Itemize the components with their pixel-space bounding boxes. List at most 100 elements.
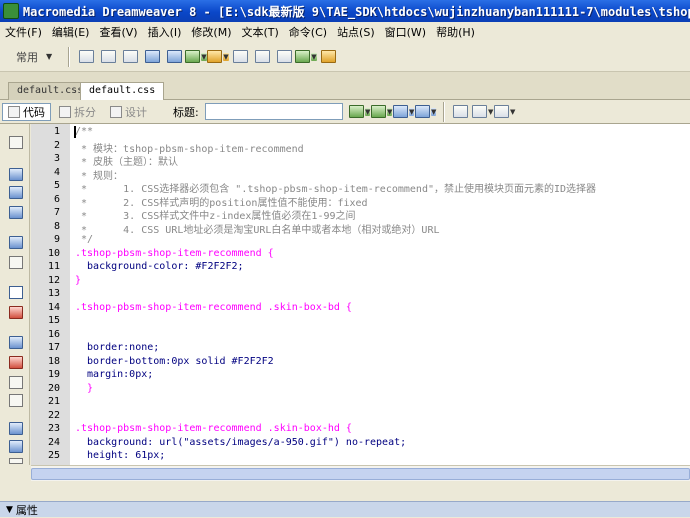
code-view-button[interactable]: 代码	[2, 102, 51, 121]
properties-panel-header[interactable]: ▼ 属性	[0, 501, 690, 517]
menu-item-1[interactable]: 编辑(E)	[47, 24, 95, 40]
code-line[interactable]: margin:0px;	[75, 369, 153, 380]
image-icon[interactable]: ▼	[185, 46, 207, 68]
line-number: 25	[47, 450, 60, 461]
outdent-code-icon[interactable]	[9, 440, 23, 453]
code-line[interactable]: }	[75, 383, 93, 394]
line-number: 10	[47, 247, 60, 259]
templates-icon[interactable]: ▼	[295, 46, 317, 68]
code-line[interactable]: border:none;	[75, 342, 159, 353]
menu-item-3[interactable]: 插入(I)	[143, 24, 187, 40]
line-number: 1	[53, 126, 60, 137]
code-line[interactable]: }	[75, 275, 81, 286]
design-view-button[interactable]: 设计	[104, 103, 153, 121]
code-line[interactable]: /**	[75, 126, 93, 137]
line-number: 22	[47, 409, 60, 421]
indent-code-icon[interactable]	[9, 422, 23, 435]
hyperlink-icon[interactable]	[75, 46, 97, 68]
menu-item-6[interactable]: 命令(C)	[284, 24, 332, 40]
line-number: 17	[47, 342, 60, 353]
tag-chooser-icon[interactable]	[317, 46, 339, 68]
code-line[interactable]: * 4. CSS URL地址必须是淘宝URL白名单中或者本地（相对或绝对）URL	[75, 221, 439, 236]
select-parent-tag-icon[interactable]	[9, 236, 23, 249]
line-number: 21	[47, 396, 60, 407]
layer-icon[interactable]	[163, 46, 185, 68]
menu-item-7[interactable]: 站点(S)	[332, 24, 380, 40]
preview-in-browser-icon[interactable]: ▼	[415, 101, 437, 123]
named-anchor-icon[interactable]	[119, 46, 141, 68]
line-number: 14	[47, 301, 60, 313]
upload-download-icon[interactable]: ▼	[393, 101, 415, 123]
code-line[interactable]: height: 61px;	[75, 450, 165, 461]
line-number: 11	[47, 261, 60, 272]
menu-item-8[interactable]: 窗口(W)	[380, 24, 431, 40]
properties-panel-label: 属性	[15, 503, 38, 517]
validate-markup-icon[interactable]: ▼	[349, 101, 371, 123]
code-line[interactable]: background: url("assets/images/a-950.gif…	[75, 437, 406, 448]
insert-category-dropdown[interactable]: 常用 ▼	[4, 47, 62, 67]
server-side-include-icon[interactable]	[251, 46, 273, 68]
refresh-icon[interactable]	[450, 101, 472, 123]
split-view-button[interactable]: 拆分	[53, 103, 102, 121]
toolbar-separator	[68, 46, 69, 67]
code-view-icon	[8, 105, 20, 118]
menu-item-5[interactable]: 文本(T)	[236, 24, 283, 40]
media-icon[interactable]: ▼	[207, 46, 229, 68]
remove-comment-icon[interactable]	[9, 356, 23, 369]
line-number: 5	[53, 180, 60, 191]
horizontal-scrollbar[interactable]	[31, 465, 690, 481]
file-management-icon[interactable]: ▼	[371, 101, 393, 123]
expand-triangle-icon[interactable]: ▼	[6, 505, 13, 515]
highlight-invalid-code-icon[interactable]	[9, 306, 23, 319]
collapse-full-tag-icon[interactable]	[9, 168, 23, 181]
title-input[interactable]	[204, 103, 343, 120]
code-line[interactable]: background-color: #F2F2F2;	[75, 261, 244, 272]
line-number: 23	[47, 423, 60, 434]
date-icon[interactable]	[229, 46, 251, 68]
line-number: 3	[53, 153, 60, 164]
recent-snippets-icon[interactable]	[9, 394, 23, 407]
code-line[interactable]: .tshop-pbsm-shop-item-recommend .skin-bo…	[75, 302, 352, 313]
open-documents-icon[interactable]	[9, 136, 23, 149]
coding-toolbar	[0, 124, 30, 465]
menu-item-0[interactable]: 文件(F)	[0, 24, 47, 40]
code-line[interactable]: .tshop-pbsm-shop-item-recommend .skin-bo…	[75, 423, 352, 434]
collapse-selection-icon[interactable]	[9, 186, 23, 199]
line-number: 4	[53, 166, 60, 178]
menu-item-2[interactable]: 查看(V)	[94, 24, 142, 40]
wrap-tag-icon[interactable]	[9, 376, 23, 389]
title-label: 标题:	[173, 105, 199, 119]
code-line[interactable]: */	[75, 234, 93, 245]
view-options-icon[interactable]: ▼	[472, 101, 494, 123]
line-number: 13	[47, 288, 60, 299]
status-area	[0, 481, 690, 501]
tab-default-css-2[interactable]: default.css	[80, 82, 165, 101]
line-number: 15	[47, 315, 60, 326]
expand-all-icon[interactable]	[9, 206, 23, 219]
split-view-label: 拆分	[74, 105, 96, 119]
scrollbar-thumb[interactable]	[31, 468, 690, 480]
code-line[interactable]: .tshop-pbsm-shop-item-recommend {	[75, 248, 274, 259]
apply-comment-icon[interactable]	[9, 336, 23, 349]
balance-braces-icon[interactable]	[9, 256, 23, 269]
insert-category-label: 常用	[16, 50, 38, 64]
line-number: 18	[47, 355, 60, 367]
text-caret	[74, 126, 76, 138]
comment-icon[interactable]	[273, 46, 295, 68]
design-view-label: 设计	[125, 105, 147, 119]
more-options-icon[interactable]	[9, 458, 23, 464]
design-view-icon	[110, 105, 122, 118]
visual-aids-icon[interactable]: ▼	[494, 101, 516, 123]
menu-item-9[interactable]: 帮助(H)	[431, 24, 480, 40]
code-editor[interactable]: 1 2 3 4 5 6 7 8 9 10 11 12 13 14 15 16 17 18 19 20 21 22 23 24 2…	[31, 124, 690, 465]
code-line[interactable]: border-bottom:0px solid #F2F2F2	[75, 356, 274, 367]
email-link-icon[interactable]	[97, 46, 119, 68]
line-numbers-icon[interactable]	[9, 286, 23, 299]
line-number: 8	[53, 220, 60, 232]
menu-item-4[interactable]: 修改(M)	[186, 24, 236, 40]
table-icon[interactable]	[141, 46, 163, 68]
insert-toolbar: 常用 ▼ ▼ ▼ ▼	[0, 42, 690, 72]
line-number: 6	[53, 193, 60, 205]
line-number: 16	[47, 328, 60, 340]
menu-bar: 文件(F) 编辑(E) 查看(V) 插入(I) 修改(M) 文本(T) 命令(C) 站点(S)…	[0, 22, 690, 42]
